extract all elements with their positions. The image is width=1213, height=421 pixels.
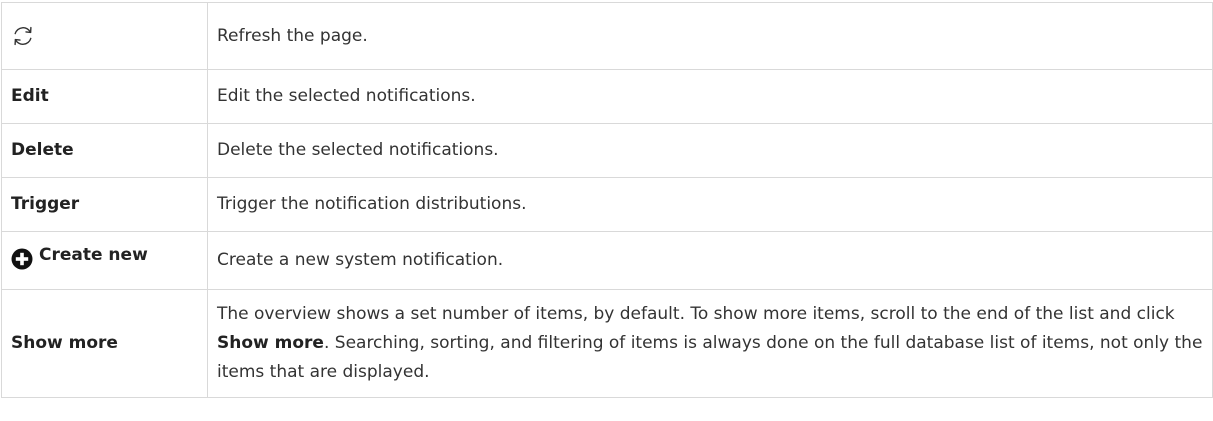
term-cell <box>1 2 208 70</box>
term-cell: Create new <box>1 231 208 290</box>
refresh-icon <box>11 24 35 48</box>
description-cell: Refresh the page. <box>207 2 1213 70</box>
term-cell: Edit <box>1 69 208 124</box>
description-cell: Create a new system notification. <box>207 231 1213 290</box>
table-row-refresh: Refresh the page. <box>1 2 1213 70</box>
description-cell: The overview shows a set number of items… <box>207 289 1213 398</box>
show-more-emphasis: Show more <box>217 333 324 353</box>
description-cell: Edit the selected notifications. <box>207 69 1213 124</box>
term-label: Show more <box>11 333 118 353</box>
description-cell: Delete the selected notifications. <box>207 123 1213 178</box>
term-label: Delete <box>11 140 74 160</box>
description-text: . Searching, sorting, and filtering of i… <box>217 333 1203 382</box>
term-cell: Trigger <box>1 177 208 232</box>
table-row-edit: Edit Edit the selected notifications. <box>1 69 1213 124</box>
term-label: Create new <box>39 245 148 265</box>
term-label: Edit <box>11 86 49 106</box>
description-text: The overview shows a set number of items… <box>217 304 1175 324</box>
create-new-command: Create new <box>11 241 148 270</box>
table-row-trigger: Trigger Trigger the notification distrib… <box>1 177 1213 232</box>
table-row-create-new: Create new Create a new system notificat… <box>1 231 1213 290</box>
table-row-show-more: Show more The overview shows a set numbe… <box>1 289 1213 398</box>
table-row-delete: Delete Delete the selected notifications… <box>1 123 1213 178</box>
term-cell: Delete <box>1 123 208 178</box>
reference-table: Refresh the page. Edit Edit the selected… <box>1 2 1213 398</box>
term-cell: Show more <box>1 289 208 398</box>
description-cell: Trigger the notification distributions. <box>207 177 1213 232</box>
term-label: Trigger <box>11 194 80 214</box>
plus-circle-icon <box>11 248 33 270</box>
